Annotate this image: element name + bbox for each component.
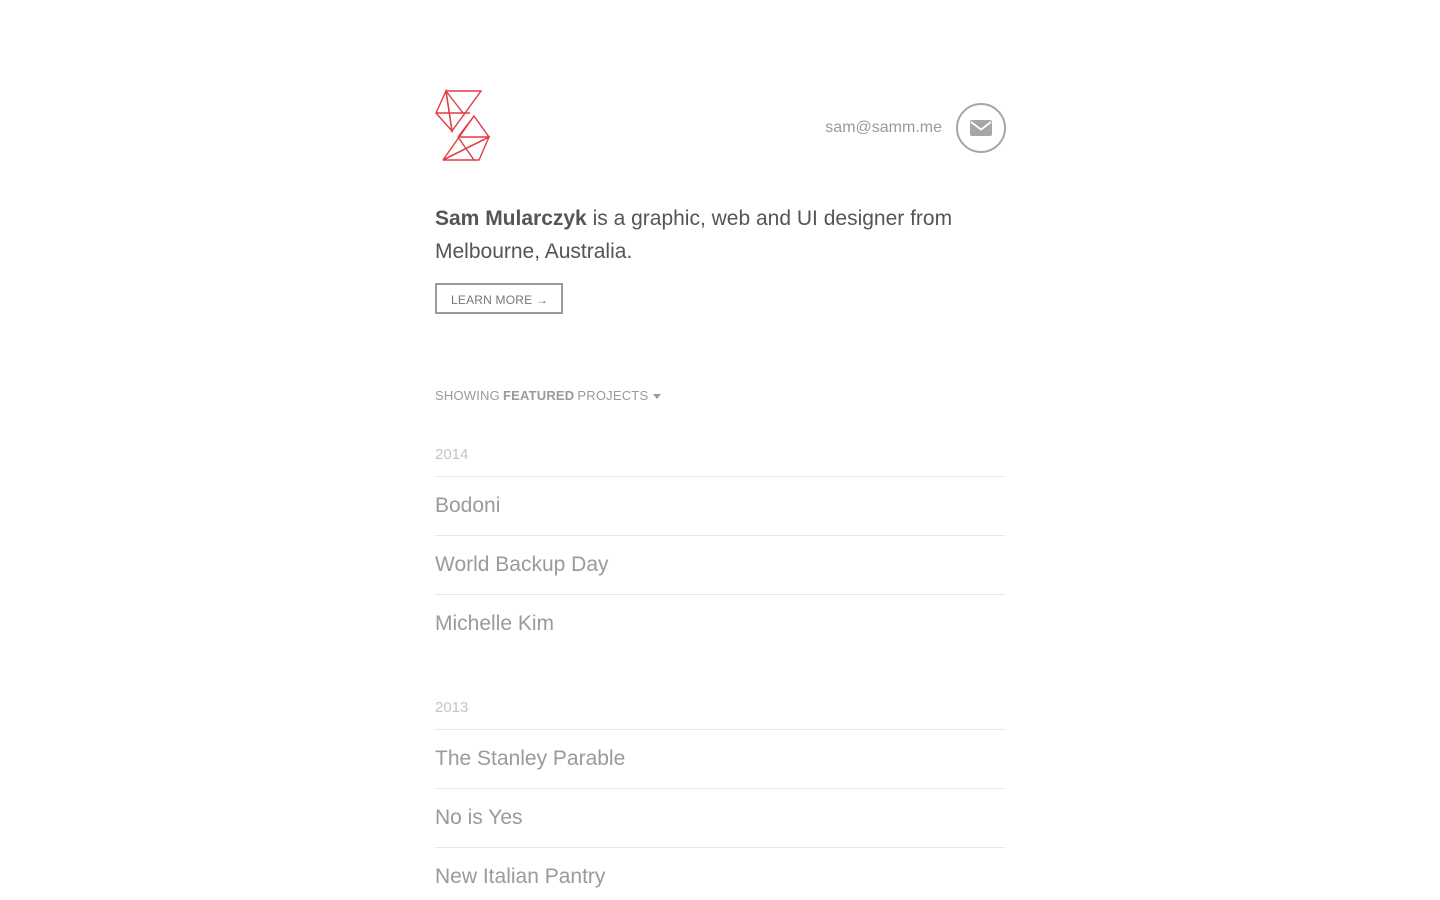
caret-down-icon[interactable] — [653, 394, 662, 399]
project-link[interactable]: New Italian Pantry — [435, 847, 1005, 900]
year-heading: 2014 — [435, 446, 469, 463]
project-link[interactable]: World Backup Day — [435, 535, 1005, 594]
project-link[interactable]: The Stanley Parable — [435, 729, 1005, 788]
learn-more-button[interactable]: LEARN MORE → — [435, 283, 564, 314]
contact-link[interactable]: sam@samm.me — [825, 103, 1006, 153]
header: sam@samm.me — [435, 88, 1006, 164]
contact-email[interactable]: sam@samm.me — [825, 119, 942, 137]
year-heading: 2013 — [435, 699, 469, 716]
author-name: Sam Mularczyk — [435, 207, 587, 230]
triangle-monogram-logo-icon — [435, 88, 491, 161]
main-container: sam@samm.me Sam Mularczyk is a graphic, … — [435, 88, 1006, 900]
envelope-icon — [970, 120, 992, 136]
email-button[interactable] — [956, 103, 1006, 153]
project-link[interactable]: No is Yes — [435, 788, 1005, 847]
project-link[interactable]: Bodoni — [435, 476, 1005, 535]
project-link[interactable]: Michelle Kim — [435, 594, 1005, 653]
site-logo[interactable] — [435, 88, 491, 164]
project-filter: SHOWING FEATURED PROJECTS — [435, 388, 1006, 404]
year-group-2014: 2014 Bodoni World Backup Day Michelle Ki… — [435, 446, 1006, 653]
intro-text: Sam Mularczyk is a graphic, web and UI d… — [435, 202, 1006, 268]
filter-suffix: PROJECTS — [577, 388, 649, 403]
page: sam@samm.me Sam Mularczyk is a graphic, … — [0, 0, 1440, 900]
year-group-2013: 2013 The Stanley Parable No is Yes New I… — [435, 699, 1006, 900]
filter-prefix: SHOWING — [435, 388, 500, 403]
filter-dropdown-selected[interactable]: FEATURED — [503, 388, 574, 404]
